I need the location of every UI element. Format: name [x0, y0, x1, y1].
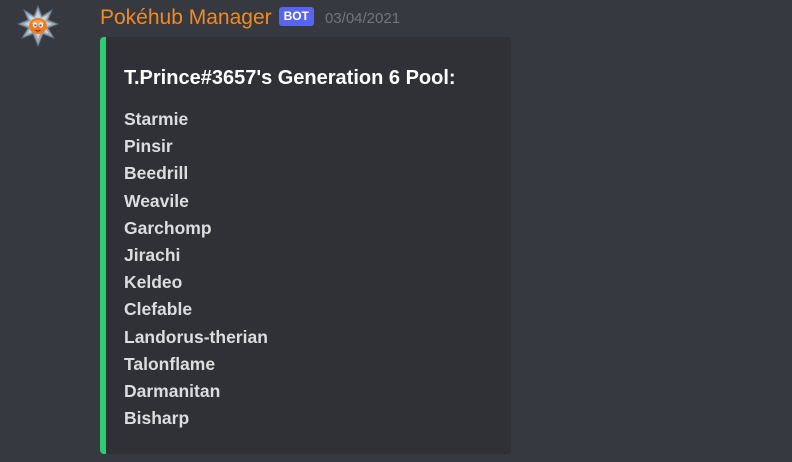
list-item: Beedrill — [124, 163, 189, 184]
list-item: Garchomp — [124, 217, 212, 238]
list-item: Talonflame — [124, 353, 216, 374]
list-item: Pinsir — [124, 136, 173, 157]
list-item: Bisharp — [124, 408, 190, 429]
author-name[interactable]: Pokéhub Manager — [100, 4, 272, 32]
list-item: Keldeo — [124, 272, 183, 293]
list-item: Clefable — [124, 299, 193, 320]
message-header: Pokéhub Manager BOT 03/04/2021 — [100, 4, 400, 32]
embed-title: T.Prince#3657's Generation 6 Pool: — [124, 67, 456, 89]
pool-list: Starmie Pinsir Beedrill Weavile Garchomp… — [124, 109, 268, 435]
list-item: Darmanitan — [124, 380, 221, 401]
message-timestamp[interactable]: 03/04/2021 — [325, 5, 400, 33]
rotom-avatar-icon[interactable] — [16, 4, 60, 48]
bot-tag: BOT — [278, 6, 314, 26]
list-item: Weavile — [124, 190, 189, 211]
list-item: Starmie — [124, 109, 189, 129]
embed: T.Prince#3657's Generation 6 Pool: Starm… — [100, 37, 511, 454]
list-item: Jirachi — [124, 244, 181, 265]
chat-message: Pokéhub Manager BOT 03/04/2021 T.Prince#… — [0, 0, 792, 462]
list-item: Landorus-therian — [124, 326, 268, 347]
